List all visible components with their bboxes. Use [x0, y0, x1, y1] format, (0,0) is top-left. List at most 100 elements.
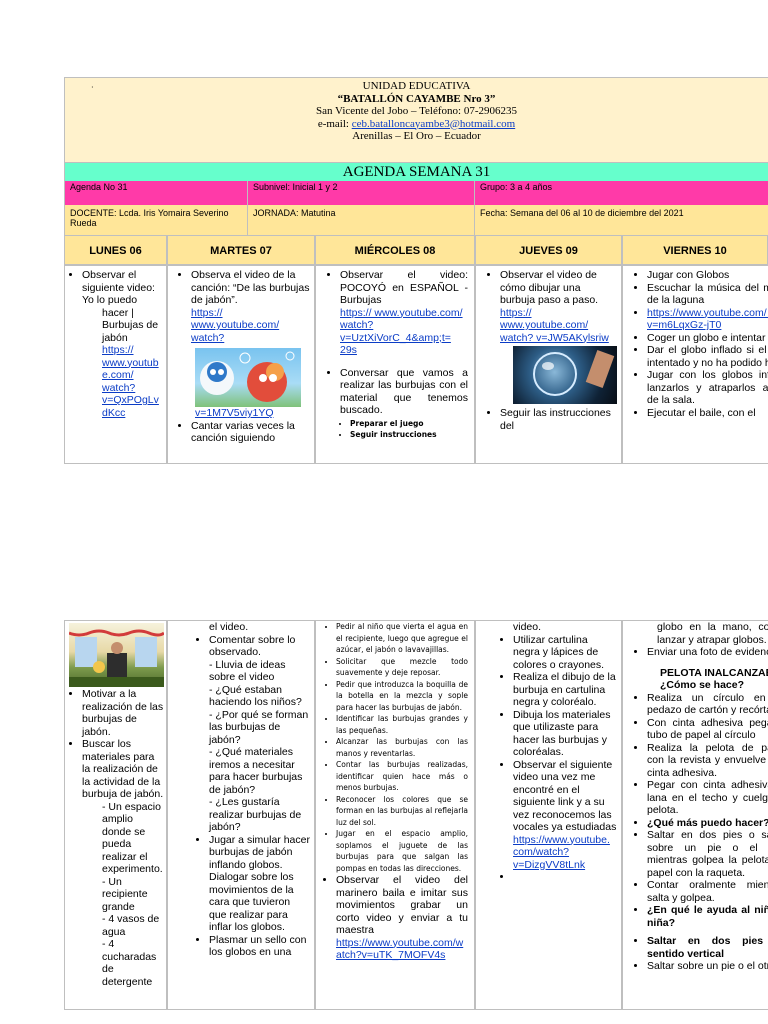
viernes-step-2: Con cinta adhesiva pega el tubo de papel…: [647, 716, 768, 742]
viernes-text-1: Jugar con Globos: [647, 269, 730, 281]
cartoon-illustration: [200, 351, 295, 402]
cell-viernes-top: Jugar con Globos Escuchar la música del …: [622, 265, 768, 464]
jueves-vocales-link[interactable]: https://www.youtube. com/watch? v=DizgVV…: [513, 834, 610, 871]
miercoles-video-link[interactable]: https:// www.youtube.com/ watch? v=UztXi…: [340, 307, 468, 357]
miercoles-step-h: Jugar en el espacio amplio, soplamos el …: [336, 829, 468, 873]
cell-lunes-top: Observar el siguiente video: Yo lo puedo…: [64, 265, 167, 464]
list-item: Observar el siguiente video: Yo lo puedo…: [82, 269, 163, 419]
cell-martes-bottom: el video. Comentar sobre lo observado. -…: [167, 620, 315, 1010]
list-item: Plasmar un sello con los globos en una: [209, 934, 310, 959]
martes-video-link[interactable]: https:// www.youtube.com/ watch?: [191, 307, 279, 344]
list-item: Pegar con cinta adhesiva la lana en el t…: [647, 779, 768, 817]
martes-text-2: Cantar varias veces la canción siguiendo: [191, 419, 295, 445]
email-link[interactable]: ceb.batalloncayambe3@hotmail.com: [352, 118, 515, 130]
jueves-bottom-text-3: Dibuja los materiales que utilizaste par…: [513, 708, 611, 759]
miercoles-step-e: Alcanzar las burbujas con las manos y re…: [336, 737, 468, 758]
miercoles-step-f: Contar las burbujas realizadas, identifi…: [336, 760, 468, 792]
lunes-material-3: - 4 vasos de agua: [102, 913, 160, 938]
list-item: Observar el video: POCOYÓ en ESPAÑOL - B…: [340, 269, 468, 357]
list-item: Jugar con Globos: [647, 269, 768, 282]
cell-viernes-bottom: globo en la mano, coger, lanzar y atrapa…: [622, 620, 768, 1010]
school-title: UNIDAD EDUCATIVA: [362, 80, 471, 92]
viernes-step-7: Saltar en dos pies en sentido vertical: [647, 935, 768, 960]
viernes-video-link[interactable]: https://www.youtube.com/ watch?v=m6LqxGz…: [647, 307, 768, 332]
list-item: Jugar a simular hacer burbujas de jabón …: [209, 834, 310, 934]
viernes-help-heading: ¿En qué le ayuda al niño o niña?: [647, 904, 768, 929]
list-item: ¿Qué más puedo hacer?: [647, 817, 768, 830]
list-item: Con cinta adhesiva pega el tubo de papel…: [647, 717, 768, 742]
school-location: Arenillas – El Oro – Ecuador: [352, 130, 481, 142]
bubble-shape: [533, 352, 577, 396]
school-email-line: e-mail: ceb.batalloncayambe3@hotmail.com: [65, 118, 768, 131]
viernes-text-4: Coger un globo e intentar inflarlo.: [647, 331, 768, 344]
list-item: Saltar en dos pies o saltar sobre un pie…: [647, 829, 768, 879]
bubble-drawing-image: [513, 346, 617, 404]
list-item: Buscar los materiales para la realizació…: [82, 738, 164, 988]
lunes-bottom-text-2: Buscar los materiales para la realizació…: [82, 738, 164, 800]
list-item: [513, 871, 617, 884]
list-item: Ejecutar el baile, con el: [647, 407, 768, 420]
list-item: Seguir instrucciones: [350, 429, 468, 440]
martes-text-1: Observa el video de la canción: “De las …: [191, 269, 310, 306]
miercoles-step-d: Identificar las burbujas grandes y las p…: [336, 714, 468, 735]
day-header-miercoles: MIÉRCOLES 08: [315, 235, 475, 265]
viernes-text-5: Dar el globo inflado si el niño ha inten…: [647, 344, 768, 369]
martes-question-4: - ¿Qué materiales iremos a necesitar par…: [209, 746, 303, 796]
miercoles-step-g: Reconocer los colores que se forman en l…: [336, 794, 468, 827]
viernes-bottom-text-1: Enviar una foto de evidencia: [647, 646, 768, 658]
jueves-text-2: Seguir las instrucciones del: [500, 407, 611, 432]
list-item: Saltar sobre un pie o el otro: [647, 960, 768, 973]
list-item: Reconocer los colores que se forman en l…: [336, 794, 468, 829]
list-item: Contar las burbujas realizadas, identifi…: [336, 759, 468, 794]
miercoles-step-c: Pedir que introduzca la boquilla de la b…: [336, 679, 468, 712]
lunes-video-link[interactable]: https:// www.youtub e.com/ watch? v=QxPO…: [102, 344, 159, 419]
martes-bottom-text-1: Comentar sobre lo observado.: [209, 633, 296, 659]
list-item: Motivar a la realización de las burbujas…: [82, 688, 164, 738]
martes-bottom-top: el video.: [209, 621, 249, 633]
list-item: Saltar en dos pies en sentido vertical: [647, 935, 768, 960]
miercoles-step-1: Preparar el juego: [350, 418, 424, 428]
list-item: Observar el video del marinero baila e i…: [336, 874, 468, 962]
list-item: Contar oralmente mientras salta y golpea…: [647, 879, 768, 904]
viernes-step-8: Saltar sobre un pie o el otro: [647, 960, 768, 972]
cell-lunes-bottom: Motivar a la realización de las burbujas…: [64, 620, 167, 1010]
jueves-bottom-text-1: Utilizar cartulina negra y lápices de co…: [513, 633, 605, 671]
pelota-heading: PELOTA INALCANZABLE: [660, 666, 768, 679]
viernes-step-5: Saltar en dos pies o saltar sobre un pie…: [647, 829, 768, 879]
list-item: Seguir las instrucciones del: [500, 407, 617, 432]
martes-video-link-id[interactable]: v=1M7V5viy1YQ: [195, 407, 274, 419]
martes-bottom-text-3: Plasmar un sello con los globos en una: [209, 933, 307, 959]
list-item: Dibuja los materiales que utilizaste par…: [513, 709, 617, 759]
miercoles-marinero-link[interactable]: https://www.youtube.com/w atch?v=uTK_7MO…: [336, 937, 468, 962]
hand-shape: [585, 349, 615, 389]
list-item: Realiza la pelota de papel con la revist…: [647, 742, 768, 780]
lunes-text-1: Observar el siguiente video: Yo lo puedo: [82, 269, 155, 306]
jueves-video-link[interactable]: https:// www.youtube.com/ watch? v=JW5AK…: [500, 307, 609, 344]
list-item: Pedir que introduzca la boquilla de la b…: [336, 679, 468, 714]
day-header-lunes: LUNES 06: [64, 235, 167, 265]
email-label: e-mail:: [317, 117, 349, 130]
martes-question-1: - Lluvia de ideas sobre el video: [209, 658, 286, 684]
miercoles-step-2: Seguir instrucciones: [350, 429, 437, 439]
grupo: Grupo: 3 a 4 años: [474, 181, 768, 205]
miercoles-step-a: Pedir al niño que vierta el agua en el r…: [336, 622, 468, 654]
lunes-material-2: - Un recipiente grande: [102, 875, 148, 913]
bubbles-cartoon-image: [195, 348, 301, 407]
classroom-illustration: [69, 629, 164, 687]
list-item: Escuchar la música del monstruo de la la…: [647, 282, 768, 307]
list-item: https://www.youtube.com/ watch?v=m6LqxGz…: [647, 307, 768, 332]
list-item: Jugar en el espacio amplio, soplamos el …: [336, 828, 468, 874]
martes-bottom-text-2: Jugar a simular hacer burbujas de jabón …: [209, 833, 310, 871]
list-item: Preparar el juego: [350, 418, 468, 429]
jornada: JORNADA: Matutina: [247, 205, 474, 235]
day-header-viernes: VIERNES 10: [622, 235, 768, 265]
list-item: Jugar con los globos inflados a lanzarlo…: [647, 369, 768, 407]
viernes-text-2: Escuchar la música del monstruo de la la…: [647, 281, 768, 307]
list-item: Alcanzar las burbujas con las manos y re…: [336, 736, 468, 759]
day-header-martes: MARTES 07: [167, 235, 315, 265]
fecha: Fecha: Semana del 06 al 10 de diciembre …: [474, 205, 768, 235]
viernes-step-4: Pegar con cinta adhesiva la lana en el t…: [647, 779, 768, 816]
list-item: Observar el siguiente video una vez me e…: [513, 759, 617, 872]
docente: DOCENTE: Lcda. Iris Yomaira Severino Rue…: [64, 205, 247, 235]
viernes-more-heading: ¿Qué más puedo hacer?: [647, 816, 768, 829]
